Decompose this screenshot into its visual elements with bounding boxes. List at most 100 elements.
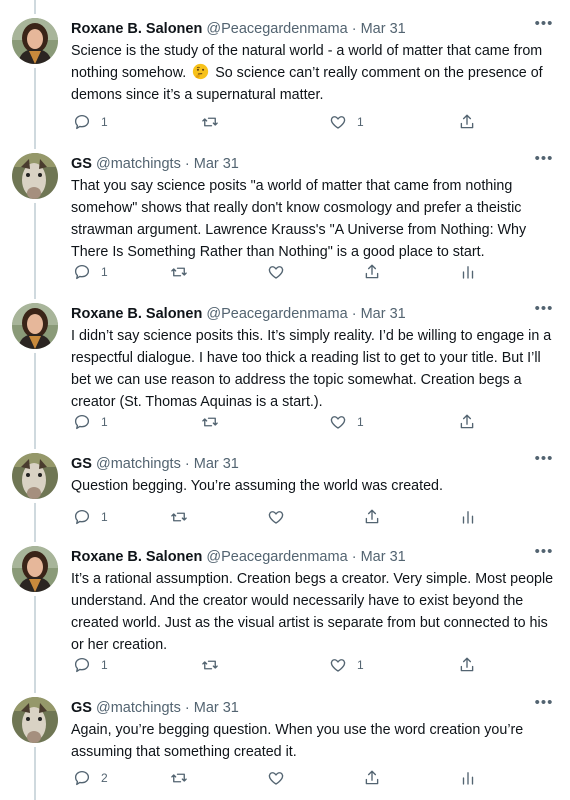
share-button[interactable] [363, 506, 381, 528]
share-icon [460, 414, 474, 429]
reply-count: 1 [101, 415, 108, 429]
share-icon [365, 509, 379, 524]
reply-button[interactable]: 1 [73, 411, 108, 433]
user-handle[interactable]: @matchingts [96, 456, 181, 472]
reply-icon [74, 414, 90, 430]
tweet[interactable]: GS @matchingts · Mar 31 ••• That you say… [0, 151, 570, 288]
share-icon [365, 770, 379, 785]
user-handle[interactable]: @Peacegardenmama [206, 21, 347, 37]
like-button[interactable] [267, 261, 285, 283]
analytics-button[interactable] [459, 261, 477, 283]
tweet-date[interactable]: Mar 31 [194, 456, 239, 472]
heart-icon [268, 772, 284, 785]
retweet-icon [202, 660, 218, 670]
separator-dot: · [184, 700, 190, 716]
separator-dot: · [184, 156, 190, 172]
heart-icon [268, 266, 284, 279]
reply-count: 1 [101, 658, 108, 672]
tweet-text: Again, you’re begging question. When you… [71, 722, 524, 760]
like-button[interactable]: 1 [329, 654, 364, 676]
display-name[interactable]: Roxane B. Salonen [71, 549, 202, 565]
tweet-header: Roxane B. Salonen @Peacegardenmama · Mar… [71, 303, 550, 325]
avatar-roxane[interactable] [12, 546, 58, 592]
avatar-roxane[interactable] [12, 18, 58, 64]
thinking-face-emoji [192, 63, 209, 80]
user-handle[interactable]: @Peacegardenmama [206, 549, 347, 565]
share-button[interactable] [363, 261, 381, 283]
user-handle[interactable]: @matchingts [96, 700, 181, 716]
tweet-date[interactable]: Mar 31 [361, 21, 406, 37]
like-button[interactable]: 1 [329, 111, 364, 133]
analytics-icon [462, 511, 474, 524]
more-options-button[interactable]: ••• [532, 544, 556, 566]
avatar-roxane[interactable] [12, 303, 58, 349]
reply-count: 1 [101, 510, 108, 524]
avatar-gs[interactable] [12, 697, 58, 743]
tweet-date[interactable]: Mar 31 [194, 700, 239, 716]
display-name[interactable]: GS [71, 456, 92, 472]
analytics-button[interactable] [459, 767, 477, 789]
analytics-icon [462, 772, 474, 785]
user-handle[interactable]: @matchingts [96, 156, 181, 172]
display-name[interactable]: GS [71, 156, 92, 172]
share-icon [365, 264, 379, 279]
retweet-icon [171, 773, 187, 783]
heart-icon [330, 659, 346, 672]
more-options-button[interactable]: ••• [532, 451, 556, 473]
avatar-gs[interactable] [12, 453, 58, 499]
tweet-header: Roxane B. Salonen @Peacegardenmama · Mar… [71, 18, 550, 40]
display-name[interactable]: Roxane B. Salonen [71, 306, 202, 322]
reply-button[interactable]: 2 [73, 767, 108, 789]
tweet-actions: 1 [0, 261, 570, 283]
retweet-icon [171, 267, 187, 277]
retweet-button[interactable] [201, 111, 219, 133]
separator-dot: · [351, 21, 357, 37]
tweet[interactable]: GS @matchingts · Mar 31 ••• Question beg… [0, 451, 570, 533]
display-name[interactable]: Roxane B. Salonen [71, 21, 202, 37]
reply-button[interactable]: 1 [73, 654, 108, 676]
tweet[interactable]: Roxane B. Salonen @Peacegardenmama · Mar… [0, 16, 570, 138]
tweet-date[interactable]: Mar 31 [361, 549, 406, 565]
reply-count: 2 [101, 771, 108, 785]
tweet[interactable]: GS @matchingts · Mar 31 ••• Again, you’r… [0, 695, 570, 800]
user-handle[interactable]: @Peacegardenmama [206, 306, 347, 322]
like-button[interactable]: 1 [329, 411, 364, 433]
like-button[interactable] [267, 767, 285, 789]
retweet-button[interactable] [170, 506, 188, 528]
separator-dot: · [351, 549, 357, 565]
share-button[interactable] [363, 767, 381, 789]
tweet-actions: 1 [0, 506, 570, 528]
tweet-text: It’s a rational assumption. Creation beg… [71, 571, 554, 653]
reply-icon [74, 770, 90, 786]
retweet-button[interactable] [201, 411, 219, 433]
tweet-date[interactable]: Mar 31 [361, 306, 406, 322]
share-button[interactable] [458, 654, 476, 676]
retweet-button[interactable] [170, 261, 188, 283]
like-count: 1 [357, 415, 364, 429]
reply-icon [74, 114, 90, 130]
tweet-actions: 1 1 [0, 111, 570, 133]
more-options-button[interactable]: ••• [532, 151, 556, 173]
retweet-icon [202, 117, 218, 127]
analytics-button[interactable] [459, 506, 477, 528]
avatar-gs[interactable] [12, 153, 58, 199]
tweet-header: GS @matchingts · Mar 31 [71, 697, 550, 719]
share-button[interactable] [458, 111, 476, 133]
retweet-button[interactable] [201, 654, 219, 676]
more-options-button[interactable]: ••• [532, 695, 556, 717]
more-options-button[interactable]: ••• [532, 301, 556, 323]
heart-icon [268, 511, 284, 524]
display-name[interactable]: GS [71, 700, 92, 716]
reply-button[interactable]: 1 [73, 111, 108, 133]
reply-button[interactable]: 1 [73, 261, 108, 283]
like-count: 1 [357, 658, 364, 672]
like-button[interactable] [267, 506, 285, 528]
reply-button[interactable]: 1 [73, 506, 108, 528]
tweet-date[interactable]: Mar 31 [194, 156, 239, 172]
share-button[interactable] [458, 411, 476, 433]
tweet[interactable]: Roxane B. Salonen @Peacegardenmama · Mar… [0, 301, 570, 443]
tweet[interactable]: Roxane B. Salonen @Peacegardenmama · Mar… [0, 544, 570, 681]
tweet-header: GS @matchingts · Mar 31 [71, 153, 550, 175]
retweet-button[interactable] [170, 767, 188, 789]
more-options-button[interactable]: ••• [532, 16, 556, 38]
